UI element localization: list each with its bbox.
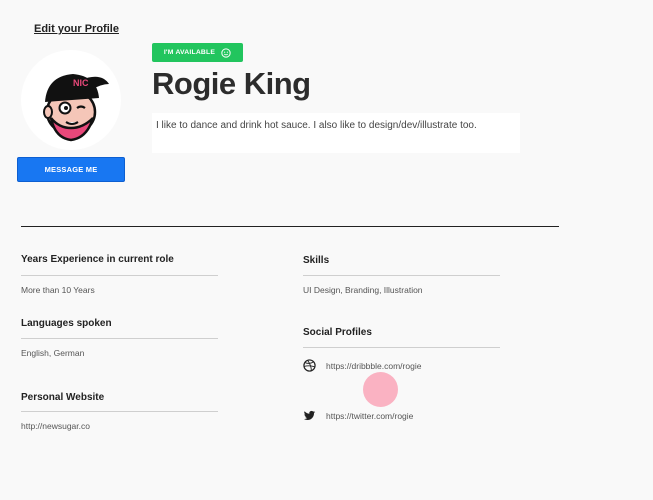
avatar: NIC bbox=[21, 50, 121, 150]
languages-value: English, German bbox=[21, 348, 85, 358]
smiley-icon bbox=[221, 47, 231, 58]
website-divider bbox=[21, 411, 218, 412]
profile-name: Rogie King bbox=[152, 66, 311, 101]
twitter-icon bbox=[303, 410, 316, 421]
availability-badge[interactable]: I'M AVAILABLE bbox=[152, 43, 243, 62]
languages-divider bbox=[21, 338, 218, 339]
skills-value: UI Design, Branding, Illustration bbox=[303, 285, 423, 295]
skills-divider bbox=[303, 275, 500, 276]
languages-title: Languages spoken bbox=[21, 318, 112, 329]
cursor-highlight bbox=[363, 372, 398, 407]
experience-title: Years Experience in current role bbox=[21, 254, 174, 265]
avatar-illustration-icon: NIC bbox=[43, 74, 109, 142]
social-link-dribbble[interactable]: https://dribbble.com/rogie bbox=[303, 359, 421, 372]
website-title: Personal Website bbox=[21, 392, 105, 403]
website-value[interactable]: http://newsugar.co bbox=[21, 421, 90, 431]
section-divider bbox=[21, 226, 559, 227]
availability-label: I'M AVAILABLE bbox=[163, 49, 216, 56]
experience-value: More than 10 Years bbox=[21, 285, 95, 295]
experience-divider bbox=[21, 275, 218, 276]
bio-field[interactable]: I like to dance and drink hot sauce. I a… bbox=[152, 113, 520, 153]
dribbble-url: https://dribbble.com/rogie bbox=[326, 360, 422, 371]
social-profiles-divider bbox=[303, 347, 500, 348]
social-link-twitter[interactable]: https://twitter.com/rogie bbox=[303, 409, 413, 422]
twitter-url: https://twitter.com/rogie bbox=[326, 410, 414, 421]
edit-profile-link[interactable]: Edit your Profile bbox=[34, 23, 119, 35]
social-profiles-title: Social Profiles bbox=[303, 327, 372, 338]
skills-title: Skills bbox=[303, 255, 330, 266]
message-me-button[interactable]: MESSAGE ME bbox=[17, 157, 125, 182]
dribbble-icon bbox=[303, 359, 316, 372]
svg-text:NIC: NIC bbox=[73, 78, 89, 88]
